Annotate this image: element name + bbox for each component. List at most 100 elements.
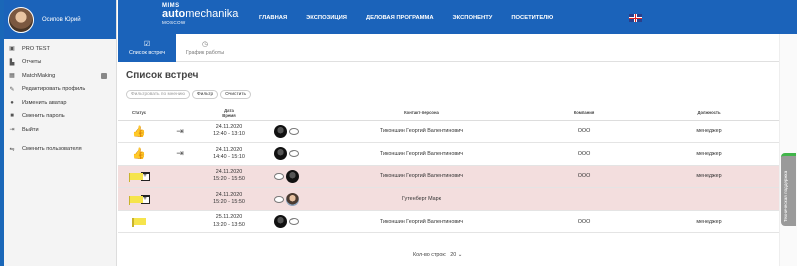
- nav-exposition[interactable]: ЭКСПОЗИЦИЯ: [306, 15, 347, 21]
- action-cell: [160, 187, 200, 211]
- chat-icon[interactable]: [288, 216, 299, 226]
- chat-icon[interactable]: [273, 170, 284, 180]
- meeting-time: 13:20 - 13:50: [213, 221, 245, 228]
- pencil-icon: ✎: [9, 86, 15, 93]
- sidebar-item-change-password[interactable]: ■ Сменить пароль: [4, 110, 116, 124]
- company-cell: [529, 187, 639, 211]
- table-row[interactable]: 25.11.202013:20 - 13:50 Тиконшин Георгий…: [118, 210, 779, 234]
- clock-icon: ◷: [201, 40, 209, 48]
- chat-icon[interactable]: [288, 148, 299, 158]
- check-icon: ☑: [143, 40, 151, 48]
- status-cell: +: [118, 165, 160, 189]
- meetings-table: Статус Дата Время Контакт-персона Компан…: [118, 106, 779, 234]
- logo-line-3: MOSCOW: [162, 20, 186, 25]
- logo-bold-part: auto: [162, 8, 186, 20]
- nav-exhibitor[interactable]: ЭКСПОНЕНТУ: [453, 15, 493, 21]
- rows-per-page: Кол-во строк: 20 ⌄: [413, 252, 462, 258]
- date-cell: 24.11.2020 14:40 - 15:10: [200, 142, 258, 166]
- brand-logo[interactable]: MIMS automechanika MOSCOW: [162, 3, 238, 26]
- table-row[interactable]: 👍 ⇥ 24.11.202014:40 - 15:10 Тиконшин Гео…: [118, 142, 779, 166]
- status-cell: +: [118, 187, 160, 211]
- logo-line-2: automechanika: [162, 9, 238, 20]
- sidebar-item-label: Сменить пароль: [22, 113, 65, 120]
- tab-meeting-list[interactable]: ☑ Список встреч: [118, 34, 176, 62]
- sidebar-item-edit-profile[interactable]: ✎ Редактировать профиль: [4, 83, 116, 97]
- meeting-time: 14:40 - 15:10: [213, 153, 245, 160]
- position-cell: менеджер: [639, 210, 779, 234]
- avatar-cell: [258, 210, 314, 234]
- sidebar-item-reports[interactable]: ▙ Отчеты: [4, 56, 116, 70]
- support-tab[interactable]: Техническая поддержка: [781, 153, 796, 226]
- user-header[interactable]: Осипов Юрий: [4, 0, 116, 39]
- table-header-row: Статус Дата Время Контакт-персона Компан…: [118, 106, 779, 121]
- nav-home[interactable]: ГЛАВНАЯ: [259, 15, 287, 21]
- chat-icon[interactable]: [273, 193, 284, 203]
- chevron-down-icon: ⌄: [457, 252, 463, 258]
- status-cell: 👍: [118, 120, 160, 144]
- avatar[interactable]: [273, 147, 287, 161]
- meeting-date: 25.11.2020: [215, 214, 243, 221]
- calendar-icon: ▦: [9, 73, 15, 80]
- sidebar-item-switch-user[interactable]: ⇋ Сменить пользователя: [4, 143, 116, 157]
- avatar-cell: [258, 165, 314, 189]
- avatar[interactable]: [285, 192, 299, 206]
- meeting-time: 15:20 - 15:50: [213, 176, 245, 183]
- header-date: Дата Время: [200, 106, 258, 121]
- badge-icon: ▣: [9, 46, 15, 53]
- uk-flag-icon[interactable]: [629, 14, 642, 22]
- date-cell: 24.11.2020 15:20 - 15:50: [200, 187, 258, 211]
- sidebar-item-label: Изменить аватар: [22, 99, 67, 106]
- table-row[interactable]: + 24.11.202015:20 - 15:50 Гутенберг Марк: [118, 187, 779, 211]
- enter-icon[interactable]: ⇥: [176, 148, 184, 158]
- user-avatar[interactable]: [8, 6, 34, 33]
- avatar[interactable]: [285, 169, 299, 183]
- sidebar-item-logout[interactable]: ⇥ Выйти: [4, 123, 116, 137]
- switch-user-icon: ⇋: [9, 146, 15, 153]
- contact-cell: Тиконшин Георгий Валентинович: [314, 165, 529, 189]
- company-cell: ООО: [529, 120, 639, 144]
- sidebar-item-change-avatar[interactable]: ● Изменить аватар: [4, 96, 116, 110]
- camera-icon: ●: [10, 99, 14, 106]
- scrollbar[interactable]: [779, 34, 797, 266]
- sidebar-item-matchmaking[interactable]: ▦ MatchMaking: [4, 69, 116, 83]
- rows-per-page-label: Кол-во строк:: [413, 252, 447, 258]
- table-row[interactable]: + 24.11.202015:20 - 15:50 Тиконшин Георг…: [118, 165, 779, 189]
- header-company: Компания: [529, 106, 639, 121]
- avatar[interactable]: [273, 215, 287, 229]
- nav-visitor[interactable]: ПОСЕТИТЕЛЮ: [511, 15, 553, 21]
- header-action: [160, 106, 200, 121]
- sidebar-item-label: MatchMaking: [22, 72, 56, 79]
- tab-work-schedule[interactable]: ◷ График работы: [180, 34, 230, 62]
- meeting-date: 24.11.2020: [215, 191, 243, 198]
- sidebar-menu: ▣ PRO TEST ▙ Отчеты ▦ MatchMaking ✎ Реда…: [4, 39, 116, 156]
- meeting-time: 12:40 - 13:10: [213, 131, 245, 138]
- contact-cell: Тиконшин Георгий Валентинович: [314, 142, 529, 166]
- clear-button[interactable]: Очистить: [220, 90, 252, 99]
- main-content: Список встреч Фильтровать по мнению Филь…: [118, 62, 779, 266]
- meeting-date: 24.11.2020: [215, 169, 243, 176]
- rows-per-page-value: 20: [450, 252, 457, 258]
- sort-button[interactable]: Фильтровать по мнению: [126, 90, 191, 99]
- nav-business-program[interactable]: ДЕЛОВАЯ ПРОГРАММА: [366, 15, 434, 21]
- enter-icon[interactable]: ⇥: [176, 126, 184, 136]
- main-nav: ГЛАВНАЯ ЭКСПОЗИЦИЯ ДЕЛОВАЯ ПРОГРАММА ЭКС…: [259, 15, 572, 21]
- chat-icon[interactable]: [288, 125, 299, 135]
- expand-icon[interactable]: [101, 73, 107, 79]
- rows-per-page-select[interactable]: 20 ⌄: [450, 252, 462, 258]
- filter-button[interactable]: Фильтр: [192, 90, 219, 99]
- date-cell: 24.11.2020 15:20 - 15:50: [200, 165, 258, 189]
- avatar-cell: [258, 187, 314, 211]
- date-cell: 25.11.2020 13:20 - 13:50: [200, 210, 258, 234]
- sidebar-item-label: Редактировать профиль: [22, 86, 86, 93]
- table-row[interactable]: 👍 ⇥ 24.11.202012:40 - 13:10 Тиконшин Гео…: [118, 120, 779, 144]
- action-cell: ⇥: [160, 120, 200, 144]
- tab-label: График работы: [185, 49, 225, 56]
- support-tab-label: Техническая поддержка: [783, 170, 788, 222]
- sidebar-item-pro-test[interactable]: ▣ PRO TEST: [4, 42, 116, 56]
- avatar-cell: [258, 142, 314, 166]
- header-avatar: [258, 106, 314, 121]
- sidebar-item-label: Сменить пользователя: [22, 146, 82, 153]
- filter-bar: Фильтровать по мнению Фильтр Очистить: [126, 90, 253, 99]
- avatar[interactable]: [273, 124, 287, 138]
- action-cell: [160, 165, 200, 189]
